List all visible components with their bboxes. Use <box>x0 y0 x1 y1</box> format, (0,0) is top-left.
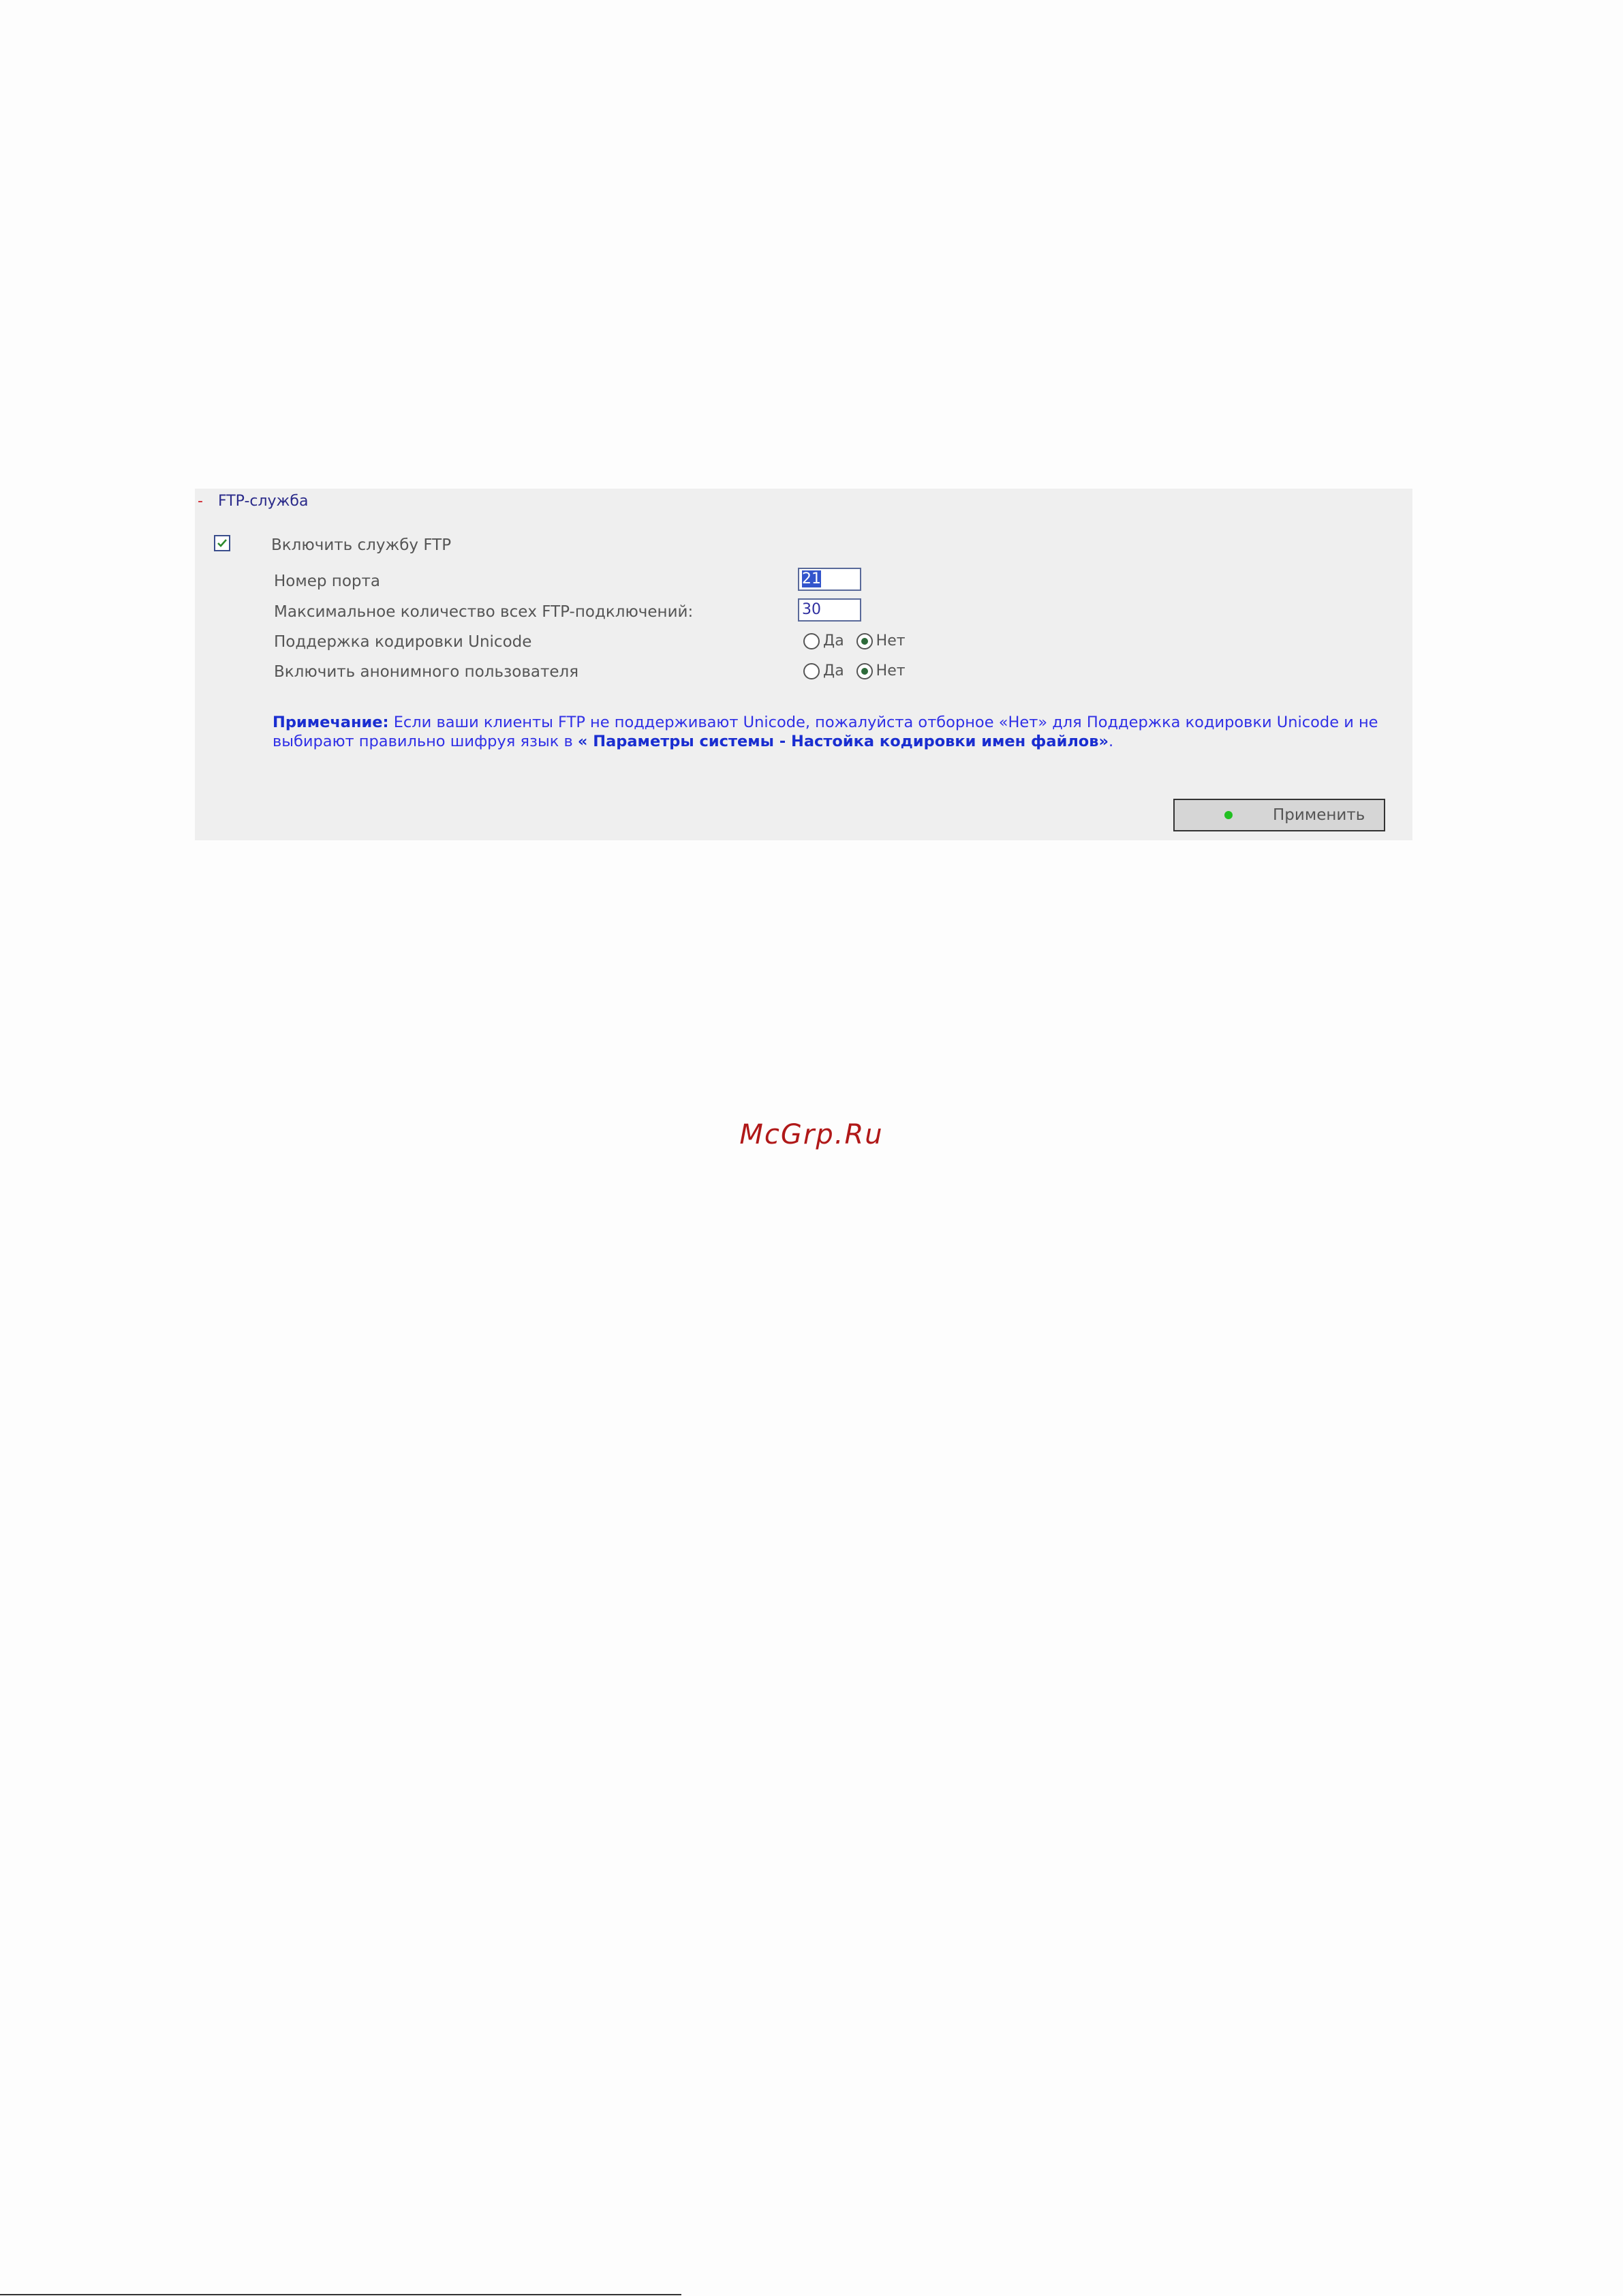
unicode-no-label: Нет <box>876 632 906 649</box>
unicode-radio-group: Да Нет <box>803 632 918 649</box>
note-end: . <box>1109 733 1114 750</box>
unicode-yes-radio[interactable] <box>803 632 820 649</box>
note-text: Примечание: Если ваши клиенты FTP не под… <box>273 713 1410 751</box>
footnote-divider <box>0 2294 681 2295</box>
anonymous-yes-label: Да <box>823 662 844 679</box>
enable-ftp-checkbox[interactable] <box>214 535 230 551</box>
unicode-no-radio[interactable] <box>856 632 873 649</box>
unicode-label: Поддержка кодировки Unicode <box>274 633 532 651</box>
max-connections-input[interactable]: 30 <box>798 598 861 622</box>
anonymous-no-label: Нет <box>876 662 906 679</box>
max-connections-value: 30 <box>802 601 821 618</box>
settings-link[interactable]: « Параметры системы - Настойка кодировки… <box>578 733 1109 750</box>
watermark: McGrp.Ru <box>739 1119 884 1150</box>
apply-button[interactable]: Применить <box>1173 799 1385 831</box>
status-dot-icon <box>1224 811 1233 819</box>
unicode-yes-label: Да <box>823 632 844 649</box>
port-value: 21 <box>802 570 821 587</box>
max-connections-label: Максимальное количество всех FTP-подключ… <box>274 603 694 621</box>
section-title: FTP-служба <box>217 493 309 510</box>
anonymous-no-radio[interactable] <box>856 662 873 679</box>
port-label: Номер порта <box>274 572 380 590</box>
apply-button-label: Применить <box>1273 806 1365 824</box>
port-input[interactable]: 21 <box>798 568 861 591</box>
collapse-toggle[interactable]: - <box>198 493 203 510</box>
ftp-service-panel: - FTP-служба Включить службу FTP Номер по… <box>195 489 1412 840</box>
anonymous-radio-group: Да Нет <box>803 662 918 679</box>
section-header[interactable]: - FTP-служба <box>198 493 308 510</box>
note-label: Примечание: <box>273 714 389 731</box>
enable-ftp-label: Включить службу FTP <box>271 536 452 554</box>
checkmark-icon <box>217 539 227 547</box>
anonymous-label: Включить анонимного пользователя <box>274 663 579 681</box>
anonymous-yes-radio[interactable] <box>803 662 820 679</box>
